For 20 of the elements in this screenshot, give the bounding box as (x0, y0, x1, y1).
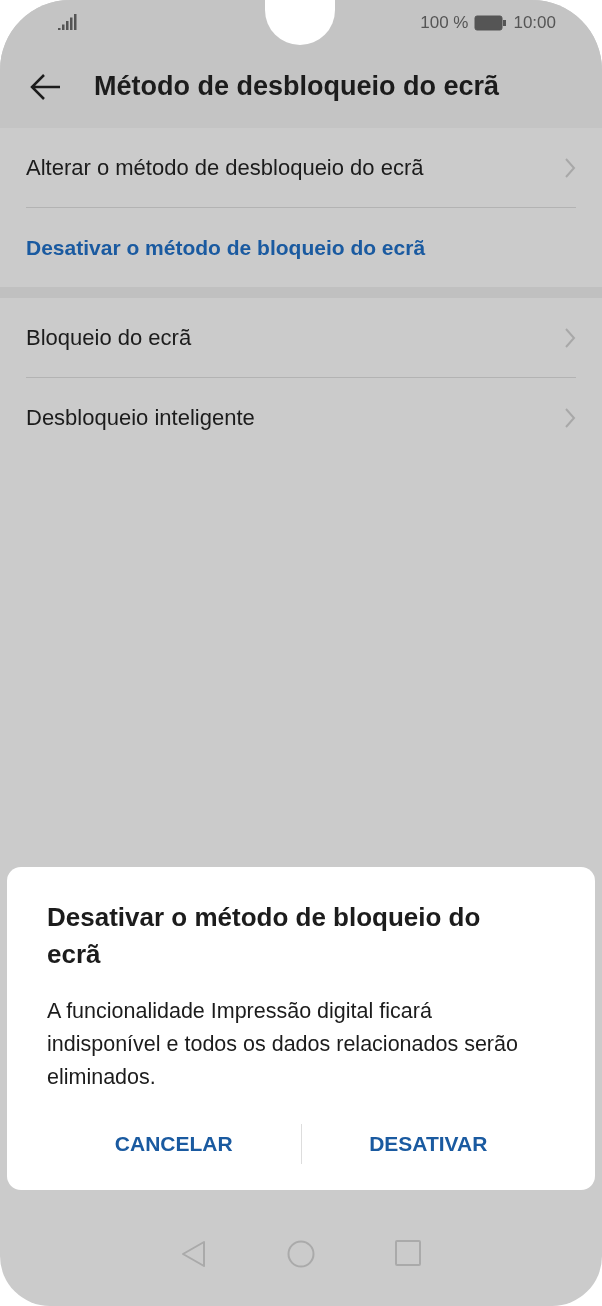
chevron-right-icon (564, 326, 576, 349)
recents-icon[interactable] (395, 1240, 421, 1266)
back-arrow-icon[interactable] (30, 72, 62, 101)
dialog-button[interactable]: DESATIVAR (301, 1124, 555, 1164)
settings-item[interactable]: Bloqueio do ecrã (26, 324, 192, 351)
dialog-button[interactable]: CANCELAR (47, 1124, 301, 1164)
action-link[interactable]: Desativar o método de bloqueio do ecrã (26, 235, 426, 260)
chevron-right-icon (564, 156, 576, 179)
page-title: Método de desbloqueio do ecrã (94, 71, 500, 102)
chevron-right-icon (564, 406, 576, 429)
back-icon[interactable] (181, 1240, 207, 1268)
settings-item[interactable]: Desbloqueio inteligente (26, 404, 255, 431)
home-icon[interactable] (287, 1240, 315, 1268)
signal-icon (58, 13, 78, 32)
battery-icon (474, 14, 508, 31)
clock: 10:00 (513, 12, 556, 33)
dialog-title: Desativar o método de bloqueio do ecrã (47, 901, 482, 971)
dialog-message: A funcionalidade Impressão digital ficará indisponível e todos os dados relacionados serão eliminados. (47, 998, 519, 1091)
settings-item[interactable]: Alterar o método de desbloqueio do ecrã (26, 154, 424, 181)
battery-percent: 100 % (420, 12, 469, 33)
